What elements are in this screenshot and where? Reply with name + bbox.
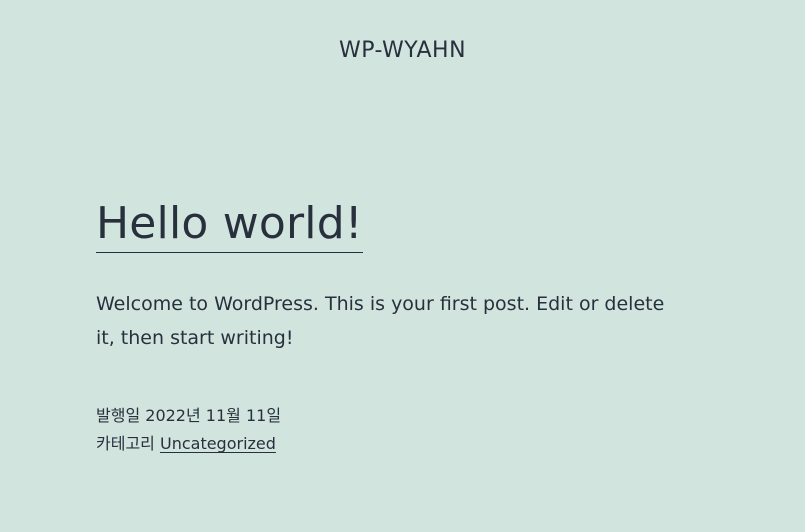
post-article: Hello world! Welcome to WordPress. This … (96, 196, 696, 355)
published-label: 발행일 (96, 406, 141, 425)
site-title-link[interactable]: WP-WYAHN (339, 36, 466, 66)
category-link[interactable]: Uncategorized (160, 434, 276, 453)
post-content: Welcome to WordPress. This is your first… (96, 293, 665, 349)
post-title-link[interactable]: Hello world! (96, 196, 363, 253)
post-meta: 발행일 2022년 11월 11일 카테고리 Uncategorized (96, 402, 281, 458)
published-date-line: 발행일 2022년 11월 11일 (96, 402, 281, 430)
category-label: 카테고리 (96, 434, 155, 453)
published-date: 2022년 11월 11일 (145, 406, 282, 425)
site-header: WP-WYAHN (0, 36, 805, 66)
category-line: 카테고리 Uncategorized (96, 430, 281, 458)
